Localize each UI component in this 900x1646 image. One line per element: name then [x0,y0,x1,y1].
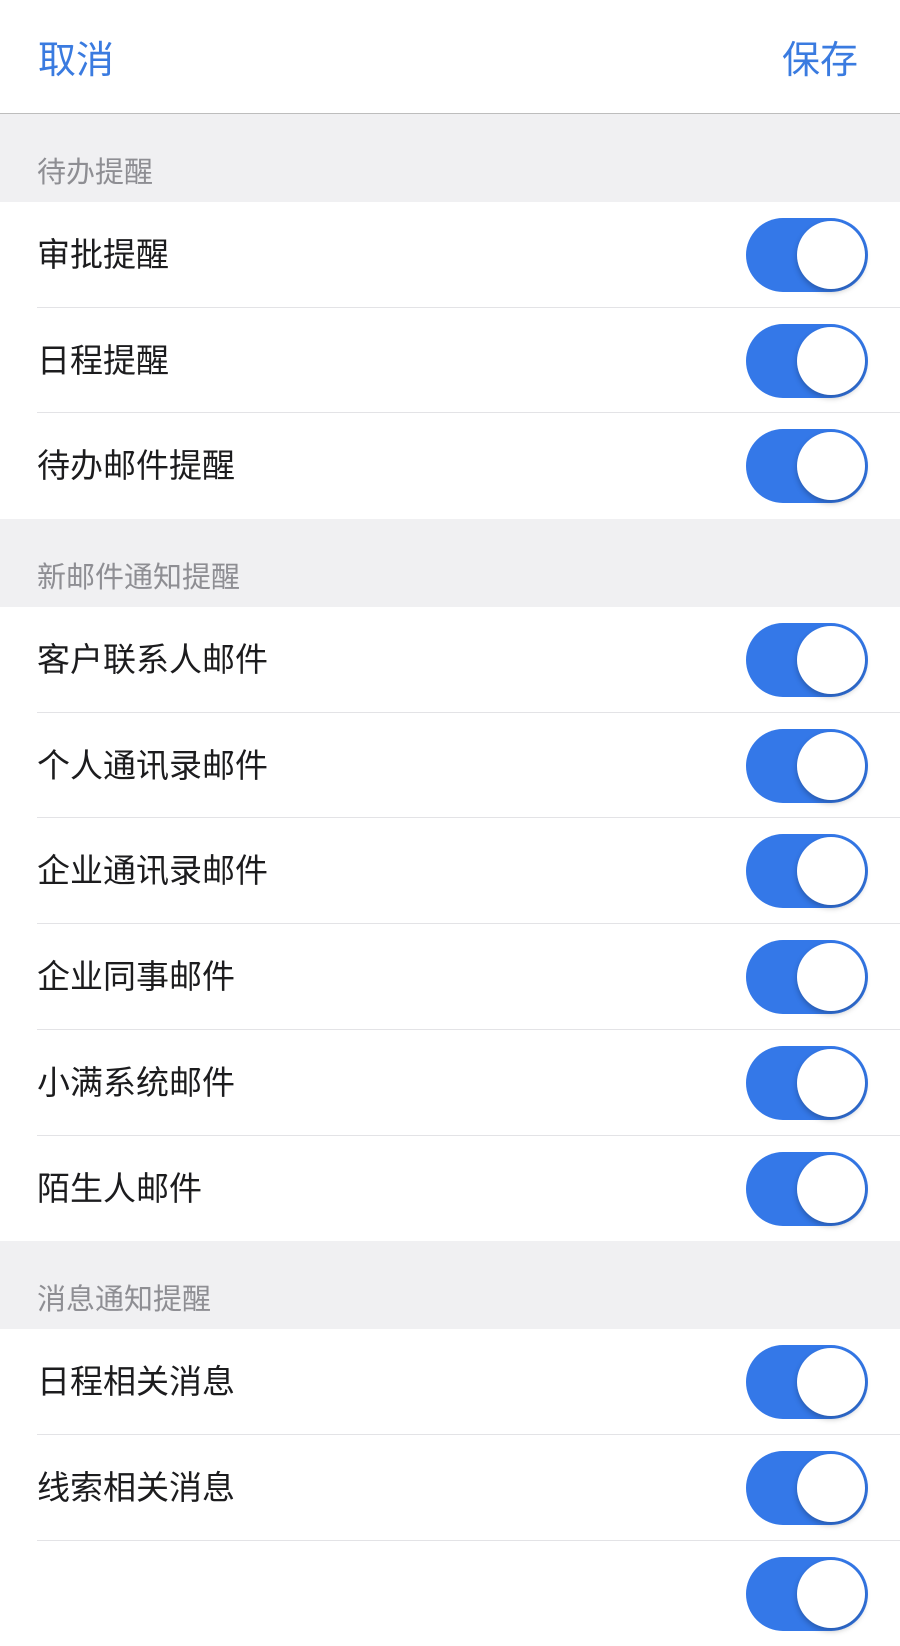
system-mail-toggle[interactable] [746,1045,868,1120]
setting-row-todo-mail-reminder: 待办邮件提醒 [0,413,900,520]
settings-list: 待办提醒 审批提醒 日程提醒 待办邮件提醒 新邮件通知提醒 客户联系人邮件 个人… [0,114,900,1646]
setting-row-schedule-messages: 日程相关消息 [0,1329,900,1435]
section-title: 新邮件通知提醒 [37,560,241,595]
setting-row-system-mail: 小满系统邮件 [0,1029,900,1136]
lead-messages-toggle[interactable] [746,1450,868,1525]
section-title: 消息通知提醒 [37,1282,212,1317]
section-message-notifications: 日程相关消息 线索相关消息 [0,1329,900,1646]
partial-row-toggle[interactable] [746,1556,868,1631]
stranger-mail-toggle[interactable] [746,1151,868,1226]
toggle-knob [797,1453,865,1522]
toggle-knob [797,221,865,289]
setting-row-colleague-mail: 企业同事邮件 [0,924,900,1030]
schedule-messages-toggle[interactable] [746,1345,868,1420]
setting-label: 待办邮件提醒 [37,446,235,486]
setting-row-company-contacts-mail: 企业通讯录邮件 [0,818,900,925]
setting-row-partial [0,1540,900,1646]
schedule-reminder-toggle[interactable] [746,323,868,398]
cancel-button[interactable]: 取消 [38,30,114,90]
toggle-knob [797,1048,865,1117]
toggle-knob [797,1559,865,1628]
setting-label: 陌生人邮件 [37,1168,202,1208]
toggle-knob [797,626,865,695]
setting-row-stranger-mail: 陌生人邮件 [0,1135,900,1242]
setting-label: 个人通讯录邮件 [37,745,268,785]
setting-label: 企业通讯录邮件 [37,851,268,891]
setting-label: 小满系统邮件 [37,1062,235,1102]
section-new-mail-notifications: 客户联系人邮件 个人通讯录邮件 企业通讯录邮件 企业同事邮件 小满系统邮件 陌生… [0,607,900,1242]
section-todo-reminders: 审批提醒 日程提醒 待办邮件提醒 [0,202,900,520]
toggle-knob [797,326,865,395]
section-header-todo-reminders: 待办提醒 [0,114,900,202]
section-header-new-mail-notifications: 新邮件通知提醒 [0,519,900,608]
toggle-knob [797,837,865,906]
toggle-knob [797,943,865,1012]
setting-label: 客户联系人邮件 [37,640,268,680]
setting-row-customer-contact-mail: 客户联系人邮件 [0,607,900,713]
section-header-message-notifications: 消息通知提醒 [0,1241,900,1330]
setting-label: 审批提醒 [37,235,169,274]
company-contacts-mail-toggle[interactable] [746,834,868,909]
navigation-bar: 取消 保存 [0,0,900,114]
setting-label: 日程相关消息 [37,1362,235,1402]
save-button[interactable]: 保存 [782,30,858,90]
setting-label: 线索相关消息 [37,1467,235,1507]
toggle-knob [797,432,865,501]
customer-contact-mail-toggle[interactable] [746,623,868,698]
todo-mail-reminder-toggle[interactable] [746,429,868,504]
setting-row-approval-reminder: 审批提醒 [0,202,900,308]
toggle-knob [797,1154,865,1223]
toggle-knob [797,731,865,800]
toggle-knob [797,1348,865,1417]
approval-reminder-toggle[interactable] [746,218,868,292]
setting-row-lead-messages: 线索相关消息 [0,1434,900,1541]
setting-row-personal-contacts-mail: 个人通讯录邮件 [0,712,900,819]
setting-label: 日程提醒 [37,340,169,380]
colleague-mail-toggle[interactable] [746,940,868,1015]
personal-contacts-mail-toggle[interactable] [746,728,868,803]
setting-label: 企业同事邮件 [37,957,235,997]
setting-row-schedule-reminder: 日程提醒 [0,307,900,414]
section-title: 待办提醒 [37,155,154,189]
